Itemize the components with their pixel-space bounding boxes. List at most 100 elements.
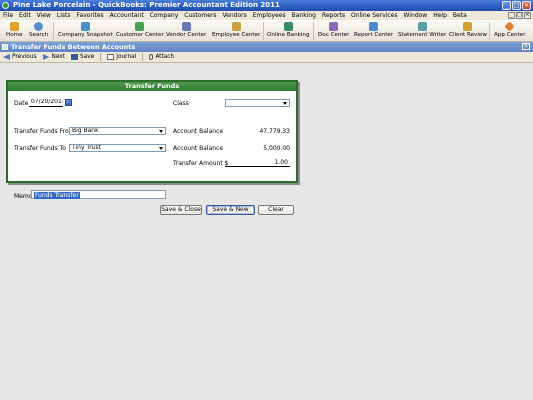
save-and-close-button[interactable]: Save & Close bbox=[160, 205, 202, 215]
menu-vendors[interactable]: Vendors bbox=[223, 12, 247, 19]
from-account-balance-label: Account Balance bbox=[173, 128, 224, 135]
doc-center-button[interactable]: Doc Center bbox=[318, 21, 349, 38]
mdi-controls: _ □ × bbox=[508, 12, 531, 19]
previous-button[interactable]: Previous bbox=[3, 54, 37, 60]
menu-favorites[interactable]: Favorites bbox=[77, 12, 104, 19]
form-toolbar: Previous Next Save Journal Attach bbox=[0, 52, 533, 63]
menu-accountant[interactable]: Accountant bbox=[110, 12, 144, 19]
toolbar-separator bbox=[142, 53, 144, 61]
doc-icon bbox=[329, 22, 339, 31]
paperclip-icon bbox=[149, 54, 154, 60]
minimize-button[interactable]: _ bbox=[502, 1, 511, 10]
form-title: Transfer Funds Between Accounts bbox=[11, 43, 136, 51]
mdi-restore-button[interactable]: □ bbox=[516, 12, 523, 19]
transfer-funds-panel: Transfer Funds Date 07/20/2011 Class Tra… bbox=[6, 80, 298, 183]
transfer-amount-label: Transfer Amount $ bbox=[173, 160, 229, 167]
menu-view[interactable]: View bbox=[37, 12, 51, 19]
form-body: Transfer Funds Date 07/20/2011 Class Tra… bbox=[0, 63, 533, 400]
previous-arrow-icon bbox=[3, 54, 10, 60]
quickbooks-app-icon bbox=[2, 2, 9, 9]
maximize-button[interactable]: □ bbox=[512, 1, 521, 10]
transfer-from-select[interactable]: Big Bank bbox=[69, 127, 166, 135]
transfer-to-select[interactable]: Tiny Trust bbox=[69, 144, 166, 152]
menu-customers[interactable]: Customers bbox=[184, 12, 216, 19]
window-title: Pine Lake Porcelain - QuickBooks: Premie… bbox=[13, 1, 280, 9]
panel-title: Transfer Funds bbox=[8, 82, 296, 91]
vendor-icon bbox=[181, 22, 191, 31]
calendar-icon[interactable] bbox=[65, 99, 72, 106]
online-banking-button[interactable]: Online Banking bbox=[267, 21, 310, 38]
chevron-down-icon bbox=[158, 128, 165, 134]
search-icon bbox=[34, 22, 44, 31]
chevron-down-icon bbox=[158, 145, 165, 151]
transfer-to-label: Transfer Funds To bbox=[14, 145, 66, 152]
form-header: Transfer Funds Between Accounts × bbox=[0, 42, 533, 52]
save-button[interactable]: Save bbox=[71, 54, 94, 60]
employee-icon bbox=[231, 22, 241, 31]
save-and-new-button[interactable]: Save & New bbox=[206, 205, 255, 215]
icon-bar-separator bbox=[53, 22, 54, 40]
class-select[interactable] bbox=[225, 99, 290, 107]
report-center-button[interactable]: Report Center bbox=[354, 21, 393, 38]
memo-field[interactable]: Funds Transfer bbox=[31, 190, 166, 199]
vendor-center-button[interactable]: Vendor Center bbox=[166, 21, 206, 38]
form-window-icon bbox=[2, 44, 8, 50]
memo-label: Memo bbox=[14, 193, 33, 200]
icon-bar: Home Search Company Snapshot Customer Ce… bbox=[0, 20, 533, 42]
window-controls: _ □ × bbox=[502, 1, 531, 10]
menu-file[interactable]: File bbox=[3, 12, 13, 19]
date-field[interactable]: 07/20/2011 bbox=[29, 99, 63, 107]
journal-icon bbox=[107, 54, 115, 60]
report-icon bbox=[369, 22, 379, 31]
chevron-down-icon bbox=[282, 100, 289, 106]
close-button[interactable]: × bbox=[522, 1, 531, 10]
transfer-amount-field[interactable]: 1.00 bbox=[225, 159, 290, 167]
home-button[interactable]: Home bbox=[6, 21, 23, 38]
menu-window[interactable]: Window bbox=[404, 12, 428, 19]
employee-center-button[interactable]: Employee Center bbox=[212, 21, 260, 38]
transfer-from-label: Transfer Funds From bbox=[14, 128, 75, 135]
menu-employees[interactable]: Employees bbox=[253, 12, 286, 19]
date-label: Date bbox=[14, 100, 29, 107]
customer-icon bbox=[135, 22, 145, 31]
search-button[interactable]: Search bbox=[29, 21, 48, 38]
statement-writer-button[interactable]: Statement Writer bbox=[398, 21, 446, 38]
form-close-button[interactable]: × bbox=[522, 43, 530, 50]
review-icon bbox=[463, 22, 473, 31]
menu-company[interactable]: Company bbox=[150, 12, 179, 19]
company-snapshot-button[interactable]: Company Snapshot bbox=[58, 21, 113, 38]
mdi-minimize-button[interactable]: _ bbox=[508, 12, 515, 19]
statement-icon bbox=[417, 22, 427, 31]
app-center-icon bbox=[504, 21, 515, 32]
client-review-button[interactable]: Client Review bbox=[449, 21, 487, 38]
next-arrow-icon bbox=[42, 54, 50, 60]
class-label: Class bbox=[173, 100, 189, 107]
next-button[interactable]: Next bbox=[42, 54, 65, 60]
to-account-balance-label: Account Balance bbox=[173, 145, 224, 152]
icon-bar-separator bbox=[489, 22, 490, 40]
toolbar-separator bbox=[100, 53, 102, 61]
snapshot-icon bbox=[80, 22, 90, 31]
attach-button[interactable]: Attach bbox=[149, 54, 174, 60]
bank-icon bbox=[283, 22, 293, 31]
to-account-balance: 5,000.00 bbox=[263, 145, 290, 152]
save-disk-icon bbox=[71, 54, 79, 60]
menu-lists[interactable]: Lists bbox=[57, 12, 71, 19]
menu-online-services[interactable]: Online Services bbox=[351, 12, 398, 19]
app-center-button[interactable]: App Center bbox=[494, 21, 526, 38]
menu-edit[interactable]: Edit bbox=[19, 12, 31, 19]
customer-center-button[interactable]: Customer Center bbox=[116, 21, 164, 38]
icon-bar-separator bbox=[313, 22, 314, 40]
icon-bar-separator bbox=[263, 22, 264, 40]
menu-beta[interactable]: Beta bbox=[453, 12, 467, 19]
title-bar: Pine Lake Porcelain - QuickBooks: Premie… bbox=[0, 0, 533, 11]
menu-banking[interactable]: Banking bbox=[292, 12, 316, 19]
menu-bar: File Edit View Lists Favorites Accountan… bbox=[0, 11, 533, 20]
menu-help[interactable]: Help bbox=[433, 12, 447, 19]
mdi-close-button[interactable]: × bbox=[524, 12, 531, 19]
from-account-balance: 47,779.33 bbox=[259, 128, 290, 135]
journal-button[interactable]: Journal bbox=[107, 54, 136, 60]
menu-reports[interactable]: Reports bbox=[322, 12, 345, 19]
home-icon bbox=[9, 22, 19, 31]
clear-button[interactable]: Clear bbox=[258, 205, 294, 215]
